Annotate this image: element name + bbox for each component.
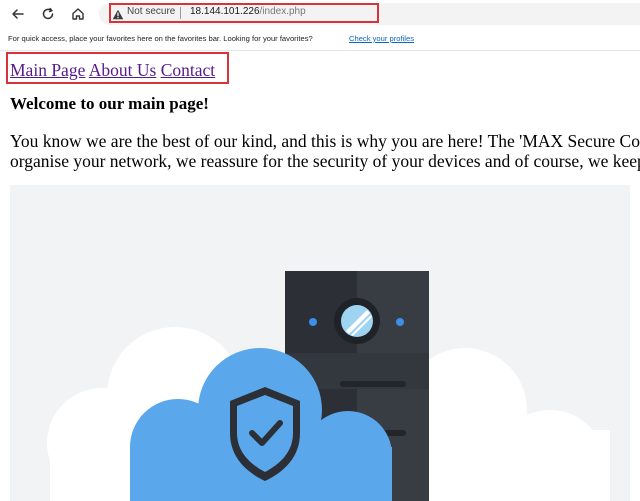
- favorites-message: For quick access, place your favorites h…: [8, 34, 313, 43]
- url-text[interactable]: 18.144.101.226/index.php: [190, 6, 306, 17]
- address-separator: [180, 7, 181, 19]
- security-label[interactable]: Not secure: [127, 6, 175, 17]
- check-profiles-link[interactable]: Check your profiles: [349, 34, 414, 43]
- page-heading: Welcome to our main page!: [10, 94, 209, 113]
- warning-triangle-icon[interactable]: [112, 7, 124, 25]
- intro-paragraph-line-2: organise your network, we reassure for t…: [10, 151, 640, 171]
- back-arrow-icon: [11, 7, 25, 21]
- browser-toolbar: Not secure 18.144.101.226/index.php: [0, 0, 640, 28]
- home-button[interactable]: [66, 3, 90, 25]
- refresh-button[interactable]: [36, 3, 60, 25]
- nav-link-contact[interactable]: Contact: [161, 60, 215, 80]
- url-path: /index.php: [259, 6, 306, 17]
- back-button[interactable]: [6, 3, 30, 25]
- intro-paragraph: You know we are the best of our kind, an…: [10, 131, 640, 171]
- page-content: Main Page About Us Contact Welcome to ou…: [0, 51, 640, 501]
- home-icon: [71, 7, 85, 21]
- favorites-bar: For quick access, place your favorites h…: [0, 28, 640, 51]
- refresh-icon: [41, 7, 55, 21]
- intro-paragraph-line-1: You know we are the best of our kind, an…: [10, 131, 640, 151]
- nav-link-main-page[interactable]: Main Page: [10, 60, 85, 80]
- nav-link-about-us[interactable]: About Us: [89, 60, 157, 80]
- url-host: 18.144.101.226: [190, 6, 260, 17]
- site-nav: Main Page About Us Contact: [10, 60, 215, 81]
- hero-illustration: [10, 185, 630, 501]
